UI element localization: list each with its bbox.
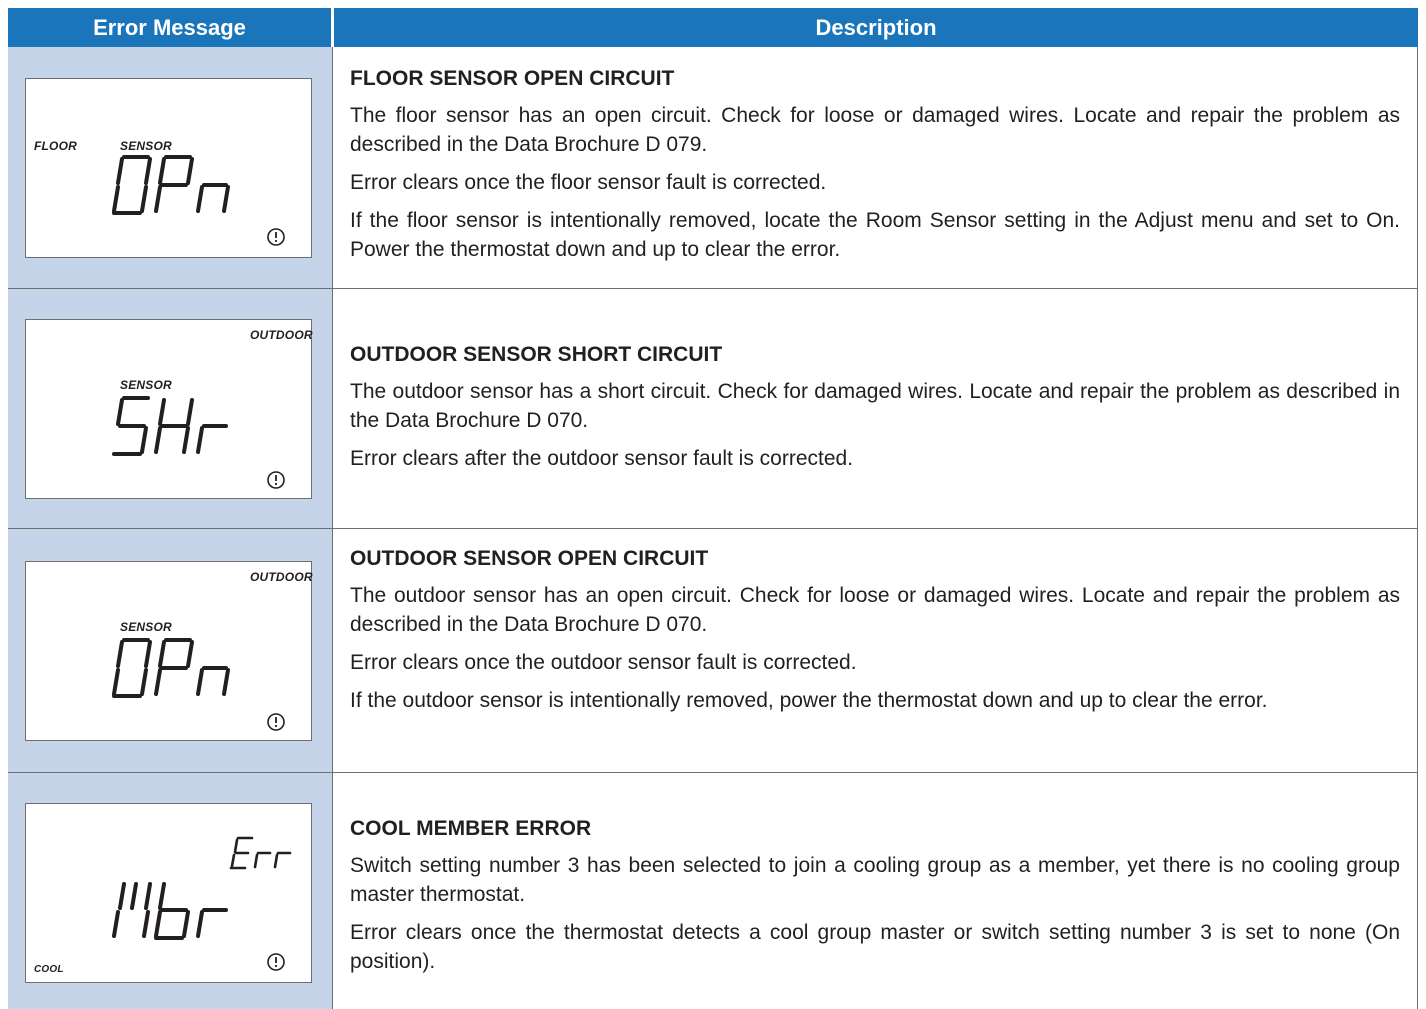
description-outdoor-open: OUTDOOR SENSOR OPEN CIRCUIT The outdoor … [350,546,1400,724]
alert-circle-icon [267,953,285,971]
error-paragraph: The floor sensor has an open circuit. Ch… [350,104,1400,156]
lcd-code-mbr-err [112,836,292,971]
row-divider [8,772,1418,773]
lcd-display-outdoor-short: OUTDOOR SENSOR [25,319,313,499]
lcd-code-opn [112,155,285,246]
description-floor-open: FLOOR SENSOR OPEN CIRCUIT The floor sens… [350,66,1400,273]
error-paragraph: Switch setting number 3 has been selecte… [350,854,1400,906]
error-paragraph: Error clears after the outdoor sensor fa… [350,447,854,470]
error-title: OUTDOOR SENSOR OPEN CIRCUIT [350,547,709,570]
lcd-code-opn [112,638,285,731]
header-error-message: Error Message [8,8,331,47]
lcd-display-floor-open: FLOOR SENSOR [25,78,312,258]
error-paragraph: If the outdoor sensor is intentionally r… [350,689,1268,712]
error-title: COOL MEMBER ERROR [350,817,592,840]
error-paragraph: Error clears once the thermostat detects… [350,921,1400,973]
error-paragraph: Error clears once the floor sensor fault… [350,171,827,194]
lcd-code-shr [112,396,285,489]
row-divider [8,288,1418,289]
error-paragraph: The outdoor sensor has an open circuit. … [350,584,1400,636]
description-outdoor-short: OUTDOOR SENSOR SHORT CIRCUIT The outdoor… [350,342,1400,482]
alert-circle-icon [267,713,285,731]
alert-circle-icon [267,228,285,246]
description-cool-member: COOL MEMBER ERROR Switch setting number … [350,816,1400,985]
alert-circle-icon [267,471,285,489]
row-divider [8,528,1418,529]
lcd-display-outdoor-open: OUTDOOR SENSOR [25,561,313,741]
error-paragraph: The outdoor sensor has a short circuit. … [350,380,1400,432]
error-paragraph: Error clears once the outdoor sensor fau… [350,651,857,674]
header-description: Description [334,8,1418,47]
error-title: FLOOR SENSOR OPEN CIRCUIT [350,67,675,90]
error-title: OUTDOOR SENSOR SHORT CIRCUIT [350,343,723,366]
error-paragraph: If the floor sensor is intentionally rem… [350,209,1400,261]
lcd-display-cool-member: COOL [25,803,312,983]
